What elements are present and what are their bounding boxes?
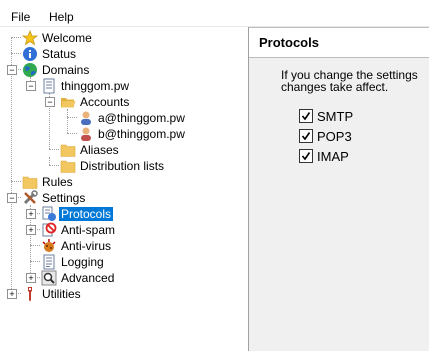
tree-item-aliases[interactable]: Aliases xyxy=(0,142,248,158)
document-icon xyxy=(41,78,57,94)
collapse-icon[interactable]: − xyxy=(26,81,36,91)
tree-label: Rules xyxy=(42,175,73,189)
tools-icon xyxy=(22,190,38,206)
tree-item-domain[interactable]: − thinggom.pw xyxy=(0,78,248,94)
log-file-icon xyxy=(41,254,57,270)
tree-item-status[interactable]: Status xyxy=(0,46,248,62)
star-icon xyxy=(21,29,39,46)
folder-icon xyxy=(22,174,38,190)
folder-icon xyxy=(60,142,76,158)
collapse-icon[interactable]: − xyxy=(45,97,55,107)
collapse-icon[interactable]: − xyxy=(7,193,17,203)
tree-label: Distribution lists xyxy=(80,159,165,173)
panel-header: Protocols xyxy=(249,27,429,58)
tree-label: b@thinggom.pw xyxy=(98,127,185,141)
smtp-label: SMTP xyxy=(317,109,354,124)
tree-label: Anti-virus xyxy=(61,239,112,253)
no-entry-icon xyxy=(41,222,57,238)
tree-label: Advanced xyxy=(61,271,115,285)
smtp-checkbox[interactable] xyxy=(299,109,313,123)
tree-item-antivirus[interactable]: Anti-virus xyxy=(0,238,248,254)
navigation-tree[interactable]: Welcome Status − Domains − thinggom.pw −… xyxy=(0,27,249,351)
expand-icon[interactable]: + xyxy=(26,209,36,219)
info-line: changes take affect. xyxy=(281,80,389,94)
menu-bar: File Help xyxy=(0,0,429,27)
tree-item-logging[interactable]: Logging xyxy=(0,254,248,270)
tree-label: Accounts xyxy=(80,95,130,109)
expand-icon[interactable]: + xyxy=(26,225,36,235)
tree-item-rules[interactable]: Rules xyxy=(0,174,248,190)
info-icon xyxy=(22,46,38,62)
user-icon xyxy=(78,126,94,142)
magnifier-icon xyxy=(41,270,57,286)
tree-label: Domains xyxy=(42,63,90,77)
pop3-label: POP3 xyxy=(317,129,352,144)
menu-help[interactable]: Help xyxy=(49,10,74,24)
tree-label: Welcome xyxy=(42,31,92,45)
expand-icon[interactable]: + xyxy=(7,289,17,299)
tree-item-domains[interactable]: − Domains xyxy=(0,62,248,78)
panel-title: Protocols xyxy=(259,35,319,50)
tree-item-account[interactable]: a@thinggom.pw xyxy=(0,110,248,126)
protocols-icon xyxy=(41,206,57,222)
menu-file[interactable]: File xyxy=(11,10,30,24)
info-text: If you change the settings changes take … xyxy=(281,69,429,93)
imap-label: IMAP xyxy=(317,149,349,164)
tree-label: Logging xyxy=(61,255,104,269)
globe-icon xyxy=(22,62,38,78)
tree-label: Status xyxy=(42,47,77,61)
virus-icon xyxy=(41,238,57,254)
user-icon xyxy=(78,110,94,126)
tree-item-settings[interactable]: − Settings xyxy=(0,190,248,206)
tree-item-protocols[interactable]: + Protocols xyxy=(0,206,248,222)
tree-item-account[interactable]: b@thinggom.pw xyxy=(0,126,248,142)
pop3-checkbox[interactable] xyxy=(299,129,313,143)
expand-icon[interactable]: + xyxy=(26,273,36,283)
tree-label: Protocols xyxy=(59,207,114,221)
folder-open-icon xyxy=(60,94,76,110)
utilities-icon xyxy=(22,286,38,302)
tree-label: Settings xyxy=(42,191,86,205)
collapse-icon[interactable]: − xyxy=(7,65,17,75)
tree-item-antispam[interactable]: + Anti-spam xyxy=(0,222,248,238)
tree-label: a@thinggom.pw xyxy=(98,111,185,125)
tree-item-distribution-lists[interactable]: Distribution lists xyxy=(0,158,248,174)
tree-label: thinggom.pw xyxy=(61,79,130,93)
tree-item-advanced[interactable]: + Advanced xyxy=(0,270,248,286)
tree-item-welcome[interactable]: Welcome xyxy=(0,29,248,46)
settings-panel: Protocols If you change the settings cha… xyxy=(249,27,429,351)
imap-checkbox[interactable] xyxy=(299,149,313,163)
tree-label: Anti-spam xyxy=(61,223,116,237)
tree-label: Aliases xyxy=(80,143,119,157)
tree-label: Utilities xyxy=(42,287,81,301)
tree-item-accounts[interactable]: − Accounts xyxy=(0,94,248,110)
folder-icon xyxy=(60,158,76,174)
tree-item-utilities[interactable]: + Utilities xyxy=(0,286,248,302)
